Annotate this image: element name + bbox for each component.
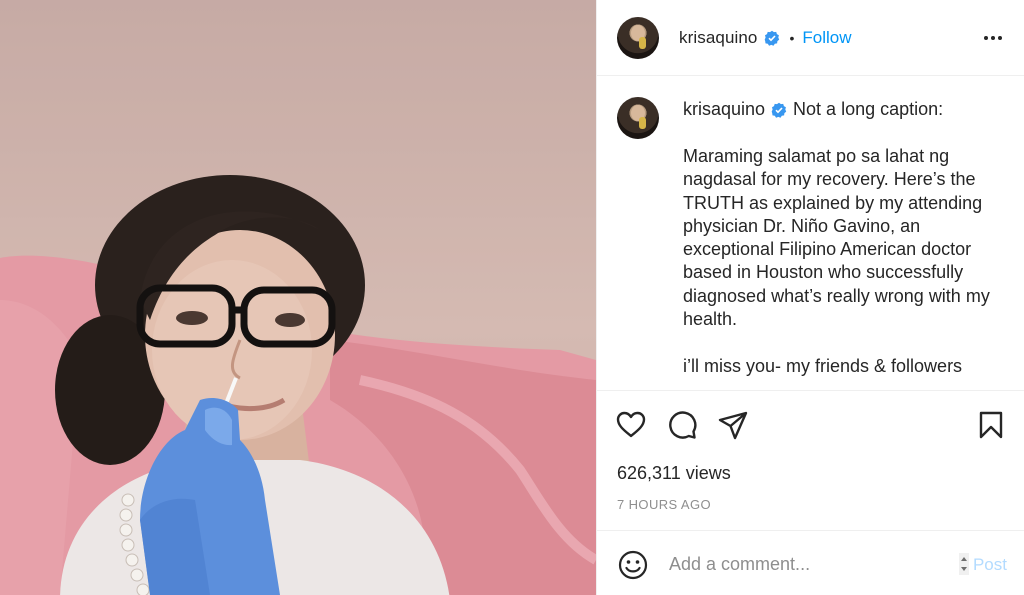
emoji-icon[interactable] bbox=[617, 549, 649, 581]
verified-badge-icon bbox=[771, 102, 787, 118]
caption-scroll-area[interactable]: krisaquino Not a long caption: Maraming … bbox=[597, 77, 1024, 390]
more-options-icon[interactable] bbox=[981, 26, 1005, 50]
post-header: krisaquino • Follow bbox=[597, 0, 1024, 76]
post-side-panel: krisaquino • Follow krisaquino Not a lon… bbox=[596, 0, 1024, 595]
caption-header: krisaquino Not a long caption: bbox=[683, 99, 943, 120]
post-actions: 626,311 views 7 HOURS AGO bbox=[597, 390, 1024, 530]
caption-username[interactable]: krisaquino bbox=[683, 99, 765, 120]
instagram-post-viewer: krisaquino • Follow krisaquino Not a lon… bbox=[0, 0, 1024, 595]
username-link[interactable]: krisaquino bbox=[679, 28, 758, 48]
post-video[interactable] bbox=[0, 0, 596, 595]
comment-bubble-icon[interactable] bbox=[666, 409, 698, 441]
comment-input[interactable] bbox=[669, 551, 949, 577]
resize-handle-icon bbox=[959, 553, 969, 575]
separator-dot: • bbox=[789, 29, 795, 46]
follow-button[interactable]: Follow bbox=[802, 28, 851, 48]
post-timestamp[interactable]: 7 HOURS AGO bbox=[617, 497, 711, 512]
heart-icon[interactable] bbox=[615, 409, 647, 441]
caption-lead: Not a long caption: bbox=[793, 99, 944, 119]
caption-avatar[interactable] bbox=[617, 97, 659, 139]
avatar[interactable] bbox=[617, 16, 659, 59]
verified-badge-icon bbox=[764, 30, 779, 46]
post-comment-button[interactable]: Post bbox=[973, 555, 1007, 575]
comment-bar: Post bbox=[597, 530, 1024, 595]
caption-text: Maraming salamat po sa lahat ng nagdasal… bbox=[683, 146, 990, 376]
view-count[interactable]: 626,311 views bbox=[617, 463, 731, 484]
bookmark-icon[interactable] bbox=[975, 409, 1007, 441]
paper-plane-icon[interactable] bbox=[717, 409, 749, 441]
video-frame-image bbox=[0, 0, 596, 595]
